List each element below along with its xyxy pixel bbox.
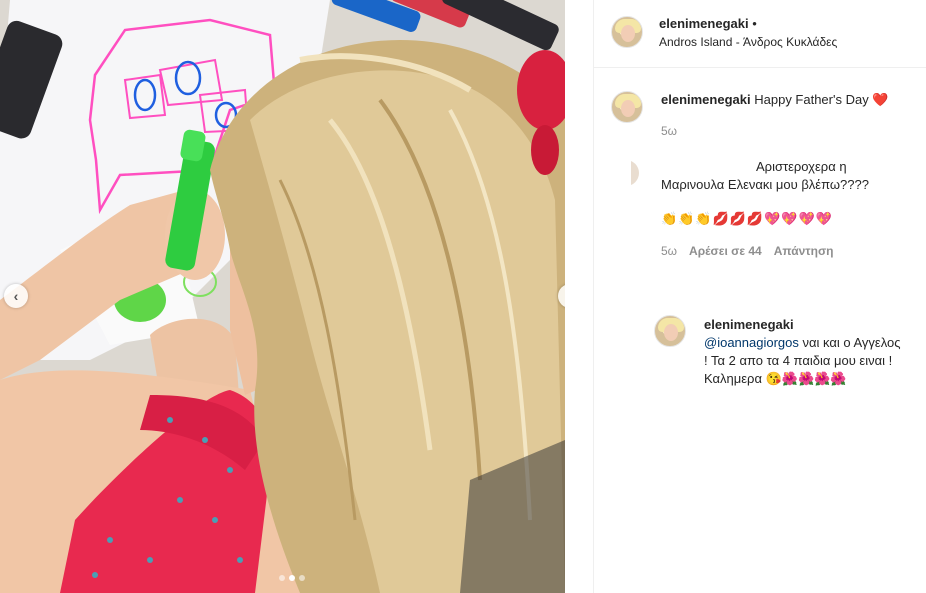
comments-panel: elenimenegaki • Andros Island - Άνδρος Κ… <box>593 0 926 593</box>
reply-username[interactable]: elenimenegaki <box>704 316 904 334</box>
follow-dot: • <box>752 16 757 31</box>
comment-time[interactable]: 5ω <box>661 244 677 258</box>
caption: elenimenegaki Happy Father's Day ❤️ <box>661 91 911 109</box>
carousel-dots <box>279 575 305 581</box>
reply-comment: elenimenegaki @ioannagiorgos ναι και ο Α… <box>704 316 904 388</box>
chevron-left-icon: ‹ <box>13 288 19 304</box>
header-username[interactable]: elenimenegaki <box>659 16 749 31</box>
caption-text: Happy Father's Day <box>754 92 869 107</box>
post-header: elenimenegaki • Andros Island - Άνδρος Κ… <box>594 0 926 68</box>
reply-emojis: 😘🌺🌺🌺🌺 <box>765 371 847 386</box>
post-photo[interactable]: ‹ › <box>0 0 565 593</box>
caption-time[interactable]: 5ω <box>661 124 677 138</box>
carousel-dot <box>279 575 285 581</box>
carousel-dot-active <box>289 575 295 581</box>
caption-avatar[interactable] <box>611 91 643 123</box>
reply-mention[interactable]: @ioannagiorgos <box>704 335 799 350</box>
heart-emoji: ❤️ <box>872 92 889 107</box>
photo-image <box>0 0 565 593</box>
comment-text: Αριστεροχερα η Μαρινουλα Ελενακι μου βλέ… <box>661 159 869 192</box>
avatar[interactable] <box>611 16 643 48</box>
comment-likes[interactable]: Αρέσει σε 44 <box>689 244 762 258</box>
carousel-prev-button[interactable]: ‹ <box>4 284 28 308</box>
comment-meta: 5ω Αρέσει σε 44 Απάντηση <box>661 244 834 258</box>
commenter-avatar[interactable] <box>631 160 639 186</box>
carousel-dot <box>299 575 305 581</box>
reply-avatar[interactable] <box>654 315 686 347</box>
post-location[interactable]: Andros Island - Άνδρος Κυκλάδες <box>659 35 837 49</box>
reply-button[interactable]: Απάντηση <box>774 244 834 258</box>
caption-username[interactable]: elenimenegaki <box>661 92 751 107</box>
comment-emojis: 👏👏👏💋💋💋💖💖💖💖 <box>661 211 833 226</box>
